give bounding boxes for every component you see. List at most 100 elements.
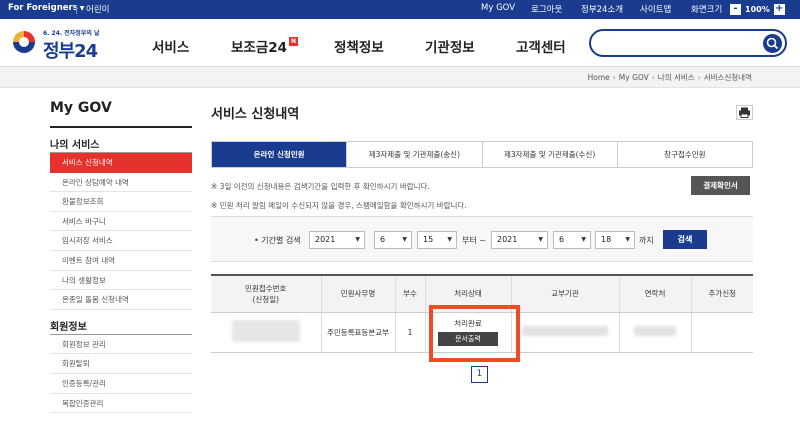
col-copies: 부수: [395, 275, 426, 313]
from-year-value: 2021: [315, 235, 336, 244]
chevron-down-icon: ▼: [447, 236, 452, 243]
blurred-receipt-no: [231, 320, 300, 342]
gnb-policy[interactable]: 정책정보: [334, 36, 384, 56]
search-input[interactable]: [601, 35, 761, 51]
page-title: 서비스 신청내역: [211, 107, 300, 122]
notice-2: ※ 민원 처리 알림 메일이 수신되지 않을 경우, 스팸메일함을 확인하시기 …: [211, 201, 467, 210]
chevron-right-icon: ›: [612, 73, 616, 82]
about-link[interactable]: 정부24소개: [581, 3, 623, 15]
to-day-select[interactable]: 18 ▼: [595, 231, 635, 249]
tab-third-party-received[interactable]: 제3자제출 및 기관제출(수신): [482, 142, 618, 167]
blurred-agency: [522, 326, 608, 336]
lnb-item-cert[interactable]: 인증등록/관리: [50, 374, 192, 394]
additional-cell: [691, 312, 753, 353]
from-text: 부터 ~: [462, 236, 486, 245]
to-day-value: 18: [601, 235, 612, 244]
gnb-agency[interactable]: 기관정보: [425, 36, 475, 56]
lnb-item-service-history[interactable]: 서비스 신청내역: [50, 153, 192, 173]
printer-icon: [739, 107, 750, 118]
to-year-select[interactable]: 2021 ▼: [491, 231, 548, 249]
lnb-item-care[interactable]: 온종일 돌봄 신청내역: [50, 290, 192, 310]
kids-link[interactable]: 어린이: [86, 3, 109, 15]
lnb-item-multi-cert[interactable]: 복합인증관리: [50, 394, 192, 414]
lnb-item-event[interactable]: 이벤트 참여 내역: [50, 251, 192, 271]
logout-link[interactable]: 로그아웃: [531, 3, 562, 15]
chevron-down-icon: ▼: [402, 236, 407, 243]
zoom-value: 100%: [745, 5, 770, 14]
gnb-services[interactable]: 서비스: [152, 36, 189, 56]
receipt-no-cell: [211, 312, 322, 353]
tab-third-party-sent[interactable]: 제3자제출 및 기관제출(송신): [347, 142, 483, 167]
payment-confirm-button[interactable]: 결제확인서: [691, 176, 750, 195]
highlight-box: [429, 305, 520, 362]
contact-cell: [619, 312, 692, 353]
search-icon: [766, 37, 779, 50]
sitemap-link[interactable]: 사이트맵: [640, 3, 671, 15]
lnb-group-member[interactable]: 회원정보: [50, 310, 192, 335]
from-year-select[interactable]: 2021 ▼: [309, 231, 365, 249]
col-contact: 연락처: [619, 275, 692, 313]
lnb-item-member-manage[interactable]: 회원정보 관리: [50, 335, 192, 355]
breadcrumb-current: 서비스신청내역: [703, 73, 752, 82]
lnb-title: My GOV: [50, 100, 192, 128]
service-name-cell: 주민등록표등본교부: [321, 312, 396, 353]
print-button[interactable]: [736, 105, 753, 120]
zoom-control: - 100% +: [730, 4, 785, 15]
chevron-down-icon: ▼: [355, 236, 360, 243]
zoom-out-button[interactable]: -: [730, 4, 741, 15]
lnb-item-refund[interactable]: 환불정보조회: [50, 192, 192, 212]
search-button[interactable]: [763, 34, 782, 53]
chevron-right-icon: ›: [697, 73, 701, 82]
notice-1: ※ 3일 이전의 신청내용은 검색기간을 입력한 후 확인하시기 바랍니다.: [211, 182, 430, 191]
zoom-in-button[interactable]: +: [773, 4, 785, 15]
from-day-select[interactable]: 15 ▼: [417, 231, 457, 249]
chevron-down-icon: ▼: [625, 236, 630, 243]
left-nav: My GOV 나의 서비스 서비스 신청내역 온라인 상담예약 내역 환불정보조…: [50, 100, 192, 414]
period-search: • 기간별 검색 2021 ▼ 6 ▼ 15 ▼ 부터 ~ 2021 ▼ 6 ▼ 18 ▼ …: [211, 216, 753, 262]
gnb-subsidy24-label: 보조금24: [231, 40, 288, 56]
screen-size-label: 화면크기: [691, 5, 723, 15]
tab-counter[interactable]: 창구접수민원: [617, 142, 752, 167]
copies-cell: 1: [395, 312, 426, 353]
caret-down-icon: ▼: [79, 5, 85, 12]
gov24-logo[interactable]: 6. 24. 전자정부의 날 정부24: [10, 24, 110, 62]
col-additional: 추가신청: [691, 275, 753, 313]
lnb-group-my-service[interactable]: 나의 서비스: [50, 128, 192, 153]
col-service-name: 민원사무명: [321, 275, 396, 313]
taegeuk-logo-icon: [13, 31, 35, 53]
search-box: [589, 29, 787, 57]
mygov-link[interactable]: My GOV: [481, 3, 515, 13]
lnb-item-consult-reservation[interactable]: 온라인 상담예약 내역: [50, 173, 192, 193]
breadcrumb-my-service[interactable]: 나의 서비스: [658, 73, 695, 82]
issuing-agency-cell: [511, 312, 620, 353]
lnb-item-life-info[interactable]: 나의 생활정보: [50, 271, 192, 291]
gnb-support[interactable]: 고객센터: [516, 36, 566, 56]
breadcrumb: Home › My GOV › 나의 서비스 › 서비스신청내역: [588, 72, 752, 83]
period-search-button[interactable]: 검색: [663, 230, 707, 249]
breadcrumb-mygov[interactable]: My GOV: [619, 73, 649, 82]
gnb-subsidy24[interactable]: 보조금24 N: [231, 36, 299, 56]
breadcrumb-home[interactable]: Home: [588, 73, 610, 82]
blurred-contact: [634, 326, 676, 336]
col-receipt-no: 민원접수번호 (신청일): [211, 275, 322, 313]
to-text: 까지: [639, 236, 654, 245]
col-receipt-no-label: 민원접수번호 (신청일): [245, 283, 287, 304]
logo-name: 정부24: [43, 41, 98, 62]
to-month-select[interactable]: 6 ▼: [553, 231, 591, 249]
site-header: 6. 24. 전자정부의 날 정부24 서비스 보조금24 N 정책정보 기관정보…: [0, 19, 800, 67]
from-month-value: 6: [380, 235, 386, 244]
lnb-item-basket[interactable]: 서비스 바구니: [50, 212, 192, 232]
from-month-select[interactable]: 6 ▼: [374, 231, 412, 249]
divider: [76, 5, 77, 14]
top-utility-bar: For Foreigners ▼ 어린이 My GOV 로그아웃 정부24소개 사…: [0, 0, 800, 19]
tab-online[interactable]: 온라인 신청민원: [212, 142, 348, 167]
lnb-item-temp-saved[interactable]: 임시저장 서비스: [50, 231, 192, 251]
new-badge: N: [289, 37, 299, 46]
for-foreigners-menu[interactable]: For Foreigners ▼: [8, 3, 84, 13]
period-label: • 기간별 검색: [254, 236, 301, 245]
lnb-item-withdraw[interactable]: 회원탈퇴: [50, 354, 192, 374]
chevron-right-icon: ›: [651, 73, 655, 82]
page-1-button[interactable]: 1: [471, 366, 488, 383]
chevron-down-icon: ▼: [581, 236, 586, 243]
chevron-down-icon: ▼: [538, 236, 543, 243]
